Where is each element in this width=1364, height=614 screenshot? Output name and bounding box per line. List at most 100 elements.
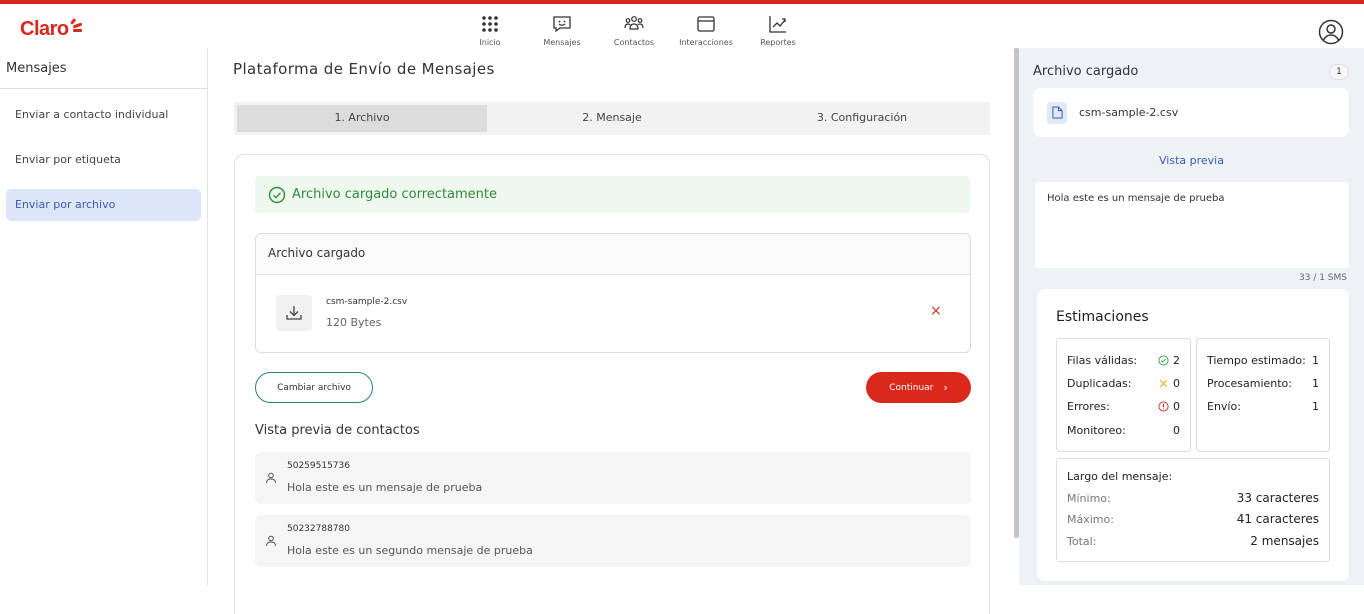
nav-label: Inicio bbox=[479, 38, 501, 47]
row-value: 0 bbox=[1173, 399, 1180, 413]
main-content: Plataforma de Envío de Mensajes 1. Archi… bbox=[208, 48, 1016, 614]
chevron-right-icon: › bbox=[943, 381, 948, 394]
uploaded-file-panel: Archivo cargado csm-sample-2.csv 120 Byt… bbox=[255, 233, 971, 353]
contacts-icon bbox=[624, 16, 644, 30]
row-label: Envío: bbox=[1207, 399, 1241, 413]
claro-logo[interactable]: Claro bbox=[20, 18, 83, 41]
row-value: 1 bbox=[1312, 376, 1319, 390]
step-archivo[interactable]: 1. Archivo bbox=[237, 105, 487, 132]
window-icon bbox=[697, 16, 715, 32]
top-bar: Claro Inicio Mensajes Contactos Interacc… bbox=[0, 0, 1364, 48]
file-icon bbox=[1047, 101, 1067, 124]
row-label: Filas válidas: bbox=[1067, 353, 1138, 367]
nav-label: Reportes bbox=[760, 38, 796, 47]
row-label: Mínimo: bbox=[1067, 491, 1111, 505]
row-label: Monitoreo: bbox=[1067, 423, 1126, 437]
stepper: 1. Archivo 2. Mensaje 3. Configuración bbox=[234, 102, 990, 135]
continue-button[interactable]: Continuar › bbox=[866, 372, 971, 403]
row-value: 33 caracteres bbox=[1236, 491, 1319, 505]
sidebar-title: Mensajes bbox=[0, 48, 207, 89]
sms-count: 33 / 1 SMS bbox=[1299, 273, 1347, 283]
row-value: 1 bbox=[1312, 353, 1319, 367]
main-nav: Inicio Mensajes Contactos Interacciones … bbox=[454, 8, 814, 52]
upload-card: Archivo cargado correctamente Archivo ca… bbox=[234, 154, 990, 614]
contact-item: 50232788780 Hola este es un segundo mens… bbox=[255, 515, 971, 567]
contacts-preview-title: Vista previa de contactos bbox=[255, 423, 420, 438]
uploaded-header: Archivo cargado bbox=[256, 234, 970, 275]
row-value: 0 bbox=[1173, 376, 1180, 390]
contact-message: Hola este es un mensaje de prueba bbox=[287, 481, 483, 494]
row-label: Errores: bbox=[1067, 399, 1110, 413]
sidebar-item-archivo[interactable]: Enviar por archivo bbox=[6, 189, 201, 221]
message-length-box: Largo del mensaje: Mínimo: 33 caracteres… bbox=[1056, 458, 1330, 562]
contact-number: 50259515736 bbox=[287, 461, 350, 471]
processing-time: Procesamiento: 1 bbox=[1207, 375, 1319, 391]
summary-title: Archivo cargado bbox=[1033, 64, 1139, 79]
file-download-button[interactable] bbox=[276, 295, 312, 331]
row-value: 2 mensajes bbox=[1250, 534, 1319, 548]
step-mensaje[interactable]: 2. Mensaje bbox=[487, 105, 737, 132]
logo-text: Claro bbox=[20, 18, 69, 40]
row-label: Total: bbox=[1067, 534, 1097, 548]
sidebar-item-label: Enviar a contacto individual bbox=[15, 108, 169, 121]
nav-label: Interacciones bbox=[679, 38, 733, 47]
nav-interacciones[interactable]: Interacciones bbox=[670, 8, 742, 52]
file-size: 120 Bytes bbox=[326, 316, 382, 329]
row-value: 2 bbox=[1173, 353, 1180, 367]
row-value: 0 bbox=[1173, 423, 1180, 437]
sidebar-item-individual[interactable]: Enviar a contacto individual bbox=[6, 99, 201, 131]
sidebar-item-label: Enviar por etiqueta bbox=[15, 153, 121, 166]
contact-number: 50232788780 bbox=[287, 524, 350, 534]
nav-contactos[interactable]: Contactos bbox=[598, 8, 670, 52]
monitoring-rows: Monitoreo: 0 bbox=[1067, 422, 1180, 438]
success-text: Archivo cargado correctamente bbox=[292, 187, 497, 202]
logo-mark-icon bbox=[69, 18, 83, 32]
chart-icon bbox=[769, 16, 786, 33]
remove-file-button[interactable]: × bbox=[930, 304, 942, 318]
estimations-title: Estimaciones bbox=[1056, 309, 1149, 325]
contact-message: Hola este es un segundo mensaje de prueb… bbox=[287, 544, 533, 557]
file-count-badge: 1 bbox=[1329, 64, 1349, 80]
nav-inicio[interactable]: Inicio bbox=[454, 8, 526, 52]
send-time: Envío: 1 bbox=[1207, 398, 1319, 414]
check-circle-icon bbox=[1158, 354, 1169, 366]
contact-item: 50259515736 Hola este es un mensaje de p… bbox=[255, 452, 971, 504]
success-alert: Archivo cargado correctamente bbox=[255, 176, 970, 213]
row-label: Máximo: bbox=[1067, 512, 1114, 526]
grid-icon bbox=[482, 16, 498, 32]
row-label: Tiempo estimado: bbox=[1207, 353, 1306, 367]
estimations-rows-box: Filas válidas: 2 Duplicadas: 0 Errores: … bbox=[1056, 338, 1191, 452]
file-name: csm-sample-2.csv bbox=[326, 297, 408, 307]
check-circle-icon bbox=[268, 186, 286, 203]
row-value: 41 caracteres bbox=[1236, 512, 1319, 526]
page-title: Plataforma de Envío de Mensajes bbox=[233, 60, 495, 78]
nav-label: Contactos bbox=[613, 38, 655, 47]
step-configuracion[interactable]: 3. Configuración bbox=[737, 105, 987, 132]
summary-file-name: csm-sample-2.csv bbox=[1079, 106, 1179, 119]
user-account-icon[interactable] bbox=[1318, 19, 1344, 45]
summary-file-card: csm-sample-2.csv bbox=[1033, 88, 1349, 137]
row-value: 1 bbox=[1312, 399, 1319, 413]
length-max: Máximo: 41 caracteres bbox=[1067, 511, 1319, 527]
sidebar-item-label: Enviar por archivo bbox=[15, 198, 116, 211]
valid-rows: Filas válidas: 2 bbox=[1067, 352, 1180, 368]
row-label: Duplicadas: bbox=[1067, 376, 1132, 390]
message-preview: Hola este es un mensaje de prueba bbox=[1035, 182, 1349, 268]
error-rows: Errores: 0 bbox=[1067, 398, 1180, 414]
download-icon bbox=[286, 306, 302, 320]
row-label: Procesamiento: bbox=[1207, 376, 1292, 390]
duplicate-rows: Duplicadas: 0 bbox=[1067, 375, 1180, 391]
estimations-time-box: Tiempo estimado: 1 Procesamiento: 1 Enví… bbox=[1196, 338, 1330, 452]
person-icon bbox=[266, 535, 276, 547]
alert-circle-icon bbox=[1158, 400, 1169, 412]
nav-label: Mensajes bbox=[543, 38, 581, 47]
change-file-button[interactable]: Cambiar archivo bbox=[255, 372, 373, 403]
continue-label: Continuar bbox=[889, 382, 934, 393]
nav-reportes[interactable]: Reportes bbox=[742, 8, 814, 52]
length-min: Mínimo: 33 caracteres bbox=[1067, 490, 1319, 506]
person-icon bbox=[266, 472, 276, 484]
message-length-title: Largo del mensaje: bbox=[1067, 470, 1173, 483]
nav-mensajes[interactable]: Mensajes bbox=[526, 8, 598, 52]
sidebar-item-etiqueta[interactable]: Enviar por etiqueta bbox=[6, 144, 201, 176]
preview-link[interactable]: Vista previa bbox=[1019, 154, 1364, 167]
